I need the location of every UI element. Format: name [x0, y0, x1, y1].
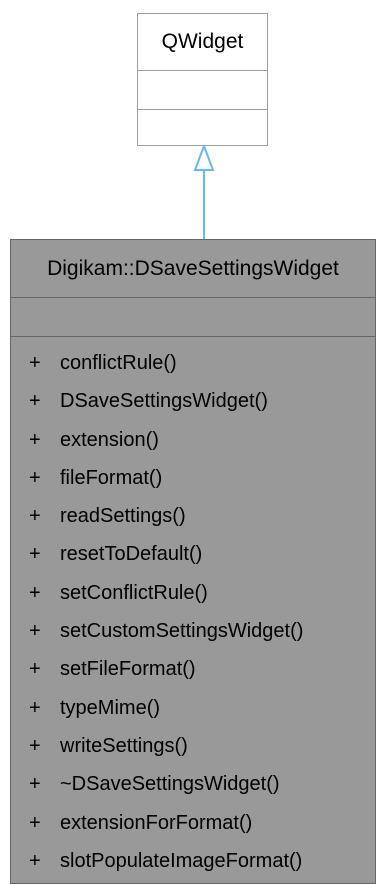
- method-item[interactable]: + ~DSaveSettingsWidget(): [11, 765, 375, 803]
- visibility-marker: +: [29, 390, 41, 413]
- method-item[interactable]: + resetToDefault(): [11, 535, 375, 573]
- method-item[interactable]: + conflictRule(): [11, 344, 375, 382]
- method-item[interactable]: + extension(): [11, 421, 375, 459]
- child-methods-section: + conflictRule() + DSaveSettingsWidget() + ex…: [11, 337, 375, 880]
- child-attributes-section: [11, 298, 375, 337]
- method-item[interactable]: + readSettings(): [11, 497, 375, 535]
- visibility-marker: +: [29, 696, 41, 719]
- visibility-marker: +: [29, 581, 41, 604]
- visibility-marker: +: [29, 811, 41, 834]
- method-name: typeMime(): [60, 696, 161, 719]
- method-item[interactable]: + DSaveSettingsWidget(): [11, 382, 375, 420]
- method-item[interactable]: + setConflictRule(): [11, 574, 375, 612]
- method-name: resetToDefault(): [60, 543, 203, 566]
- method-name: slotPopulateImageFormat(): [60, 849, 303, 872]
- method-name: fileFormat(): [60, 466, 163, 489]
- method-name: setCustomSettingsWidget(): [60, 620, 304, 643]
- inheritance-arrowhead: [193, 143, 215, 171]
- method-name: setConflictRule(): [60, 581, 208, 604]
- parent-methods-section: [138, 110, 267, 148]
- method-item[interactable]: + slotPopulateImageFormat(): [11, 842, 375, 880]
- method-name: writeSettings(): [60, 734, 188, 757]
- method-item[interactable]: + writeSettings(): [11, 727, 375, 765]
- method-name: conflictRule(): [60, 352, 177, 374]
- method-name: readSettings(): [60, 505, 186, 528]
- parent-class-box[interactable]: QWidget: [137, 13, 268, 146]
- method-name: setFileFormat(): [60, 658, 196, 681]
- method-item[interactable]: + typeMime(): [11, 689, 375, 727]
- visibility-marker: +: [29, 352, 41, 374]
- visibility-marker: +: [29, 849, 41, 872]
- visibility-marker: +: [29, 620, 41, 643]
- visibility-marker: +: [29, 505, 41, 528]
- visibility-marker: +: [29, 428, 41, 451]
- method-item[interactable]: + setFileFormat(): [11, 650, 375, 688]
- method-item[interactable]: + extensionForFormat(): [11, 804, 375, 842]
- method-item[interactable]: + setCustomSettingsWidget(): [11, 612, 375, 650]
- visibility-marker: +: [29, 466, 41, 489]
- visibility-marker: +: [29, 658, 41, 681]
- parent-attributes-section: [138, 71, 267, 110]
- parent-class-name: QWidget: [138, 14, 267, 71]
- child-class-name: Digikam::DSaveSettingsWidget: [11, 240, 375, 298]
- method-name: extensionForFormat(): [60, 811, 253, 834]
- visibility-marker: +: [29, 734, 41, 757]
- method-name: ~DSaveSettingsWidget(): [60, 773, 280, 796]
- visibility-marker: +: [29, 543, 41, 566]
- method-name: DSaveSettingsWidget(): [60, 390, 268, 413]
- child-class-box[interactable]: Digikam::DSaveSettingsWidget + conflictRu…: [10, 239, 376, 884]
- method-name: extension(): [60, 428, 159, 451]
- method-item[interactable]: + fileFormat(): [11, 459, 375, 497]
- visibility-marker: +: [29, 773, 41, 796]
